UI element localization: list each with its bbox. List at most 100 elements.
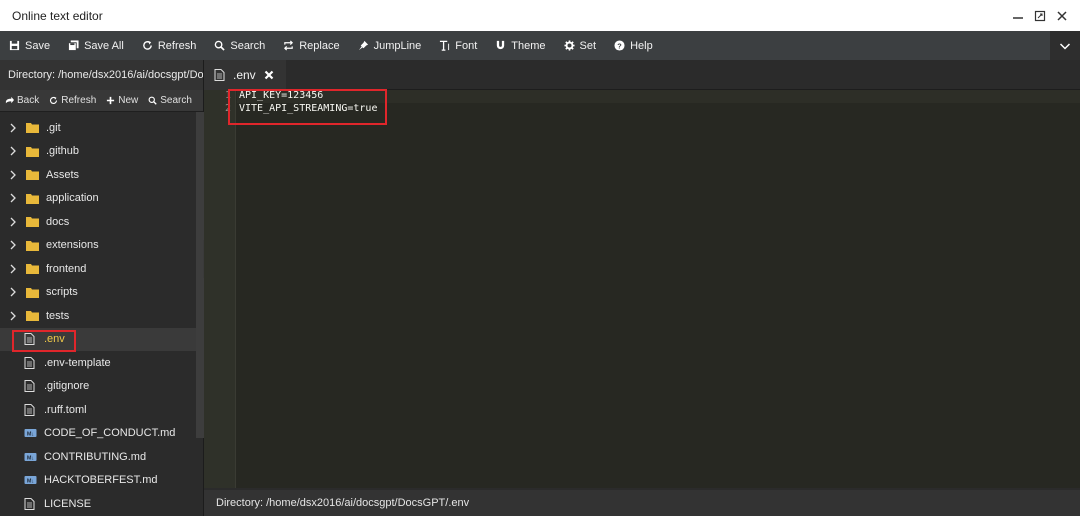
folder-item[interactable]: extensions	[0, 234, 196, 258]
maximize-icon[interactable]	[1032, 8, 1048, 24]
folder-name: docs	[46, 215, 70, 228]
sidebar-actions: Back Refresh New Search	[0, 90, 203, 112]
folder-icon	[26, 169, 40, 181]
folder-item[interactable]: scripts	[0, 281, 196, 305]
jumpline-button[interactable]: JumpLine	[349, 31, 431, 60]
document-icon	[24, 497, 38, 510]
save-label: Save	[25, 39, 51, 52]
file-item[interactable]: .env-template	[0, 351, 196, 375]
save-all-icon	[68, 40, 79, 51]
chevron-right-icon[interactable]	[8, 286, 20, 298]
folder-name: .github	[46, 145, 80, 158]
new-label: New	[118, 95, 139, 106]
folder-name: application	[46, 192, 99, 205]
svg-text:?: ?	[617, 41, 622, 50]
floppy-icon	[9, 40, 20, 51]
search-icon	[148, 96, 157, 105]
replace-button[interactable]: Replace	[274, 31, 348, 60]
folder-icon	[26, 239, 40, 251]
chevron-right-icon[interactable]	[8, 263, 20, 275]
folder-item[interactable]: application	[0, 187, 196, 211]
new-button[interactable]: New	[101, 95, 143, 106]
sidebar-search-label: Search	[160, 95, 192, 106]
svg-text:M↓: M↓	[27, 432, 35, 438]
status-bar: Directory: /home/dsx2016/ai/docsgpt/Docs…	[204, 490, 1080, 516]
svg-text:M↓: M↓	[27, 479, 35, 485]
file-item[interactable]: LICENSE	[0, 492, 196, 516]
folder-icon	[26, 286, 40, 298]
selection-highlight-box	[12, 330, 76, 352]
toolbar-collapse-button[interactable]	[1050, 31, 1080, 60]
search-icon	[215, 40, 226, 51]
file-item[interactable]: .gitignore	[0, 375, 196, 399]
chevron-right-icon[interactable]	[8, 122, 20, 134]
chevron-right-icon[interactable]	[8, 169, 20, 181]
folder-item[interactable]: tests	[0, 304, 196, 328]
jumpline-label: JumpLine	[373, 39, 422, 52]
markdown-icon: M↓	[24, 474, 38, 486]
file-tree: .git .github Assets application docs ext…	[0, 112, 196, 516]
close-tab-icon[interactable]	[264, 70, 274, 80]
code-highlight-box	[228, 89, 387, 125]
folder-icon	[26, 310, 40, 322]
share-arrow-icon	[5, 96, 14, 104]
file-name: .ruff.toml	[44, 403, 87, 416]
minimize-icon[interactable]	[1010, 8, 1026, 24]
help-label: Help	[630, 39, 653, 52]
folder-item[interactable]: .github	[0, 140, 196, 164]
tab-env[interactable]: .env	[204, 60, 286, 90]
folder-item[interactable]: frontend	[0, 257, 196, 281]
save-all-button[interactable]: Save All	[59, 31, 133, 60]
document-icon	[24, 356, 38, 369]
chevron-right-icon[interactable]	[8, 310, 20, 322]
refresh-icon	[143, 40, 152, 50]
font-label: Font	[455, 39, 478, 52]
back-button[interactable]: Back	[0, 95, 44, 106]
file-name: HACKTOBERFEST.md	[44, 474, 158, 487]
toolbar: Save Save All Refresh Search Replace Jum…	[0, 31, 1080, 60]
file-name: LICENSE	[44, 497, 92, 510]
gear-icon	[564, 40, 575, 51]
folder-icon	[26, 122, 40, 134]
file-item[interactable]: M↓ CODE_OF_CONDUCT.md	[0, 422, 196, 446]
chevron-right-icon[interactable]	[8, 216, 20, 228]
sidebar-search-button[interactable]: Search	[143, 95, 197, 106]
file-item[interactable]: .ruff.toml	[0, 398, 196, 422]
folder-icon	[26, 145, 40, 157]
code-editor[interactable]: 1 2 API_KEY=123456 VITE_API_STREAMING=tr…	[204, 89, 1080, 488]
close-icon[interactable]	[1054, 8, 1070, 24]
folder-icon	[26, 263, 40, 275]
folder-item[interactable]: .git	[0, 116, 196, 140]
refresh-label: Refresh	[157, 39, 197, 52]
document-icon	[214, 69, 225, 81]
folder-item[interactable]: Assets	[0, 163, 196, 187]
file-item[interactable]: M↓ HACKTOBERFEST.md	[0, 469, 196, 493]
chevron-right-icon[interactable]	[8, 239, 20, 251]
file-item[interactable]: M↓ CONTRIBUTING.md	[0, 445, 196, 469]
window-title: Online text editor	[12, 8, 103, 23]
plus-icon	[107, 96, 115, 105]
set-button[interactable]: Set	[555, 31, 606, 60]
sidebar-refresh-label: Refresh	[61, 95, 97, 106]
refresh-icon	[50, 96, 58, 104]
folder-item[interactable]: docs	[0, 210, 196, 234]
refresh-button[interactable]: Refresh	[133, 31, 206, 60]
chevron-right-icon[interactable]	[8, 145, 20, 157]
folder-name: tests	[46, 309, 70, 322]
set-label: Set	[579, 39, 597, 52]
folder-name: frontend	[46, 262, 87, 275]
back-label: Back	[17, 95, 40, 106]
sidebar-refresh-button[interactable]: Refresh	[44, 95, 101, 106]
file-name: CODE_OF_CONDUCT.md	[44, 427, 176, 440]
search-label: Search	[230, 39, 266, 52]
svg-text:M↓: M↓	[27, 455, 35, 461]
chevron-right-icon[interactable]	[8, 192, 20, 204]
markdown-icon: M↓	[24, 451, 38, 463]
save-button[interactable]: Save	[0, 31, 59, 60]
theme-button[interactable]: Theme	[486, 31, 554, 60]
search-button[interactable]: Search	[205, 31, 274, 60]
font-button[interactable]: Font	[430, 31, 486, 60]
document-icon	[24, 380, 38, 393]
help-button[interactable]: ? Help	[605, 31, 662, 60]
sidebar-directory: Directory: /home/dsx2016/ai/docsgpt/Doc.…	[0, 60, 203, 90]
